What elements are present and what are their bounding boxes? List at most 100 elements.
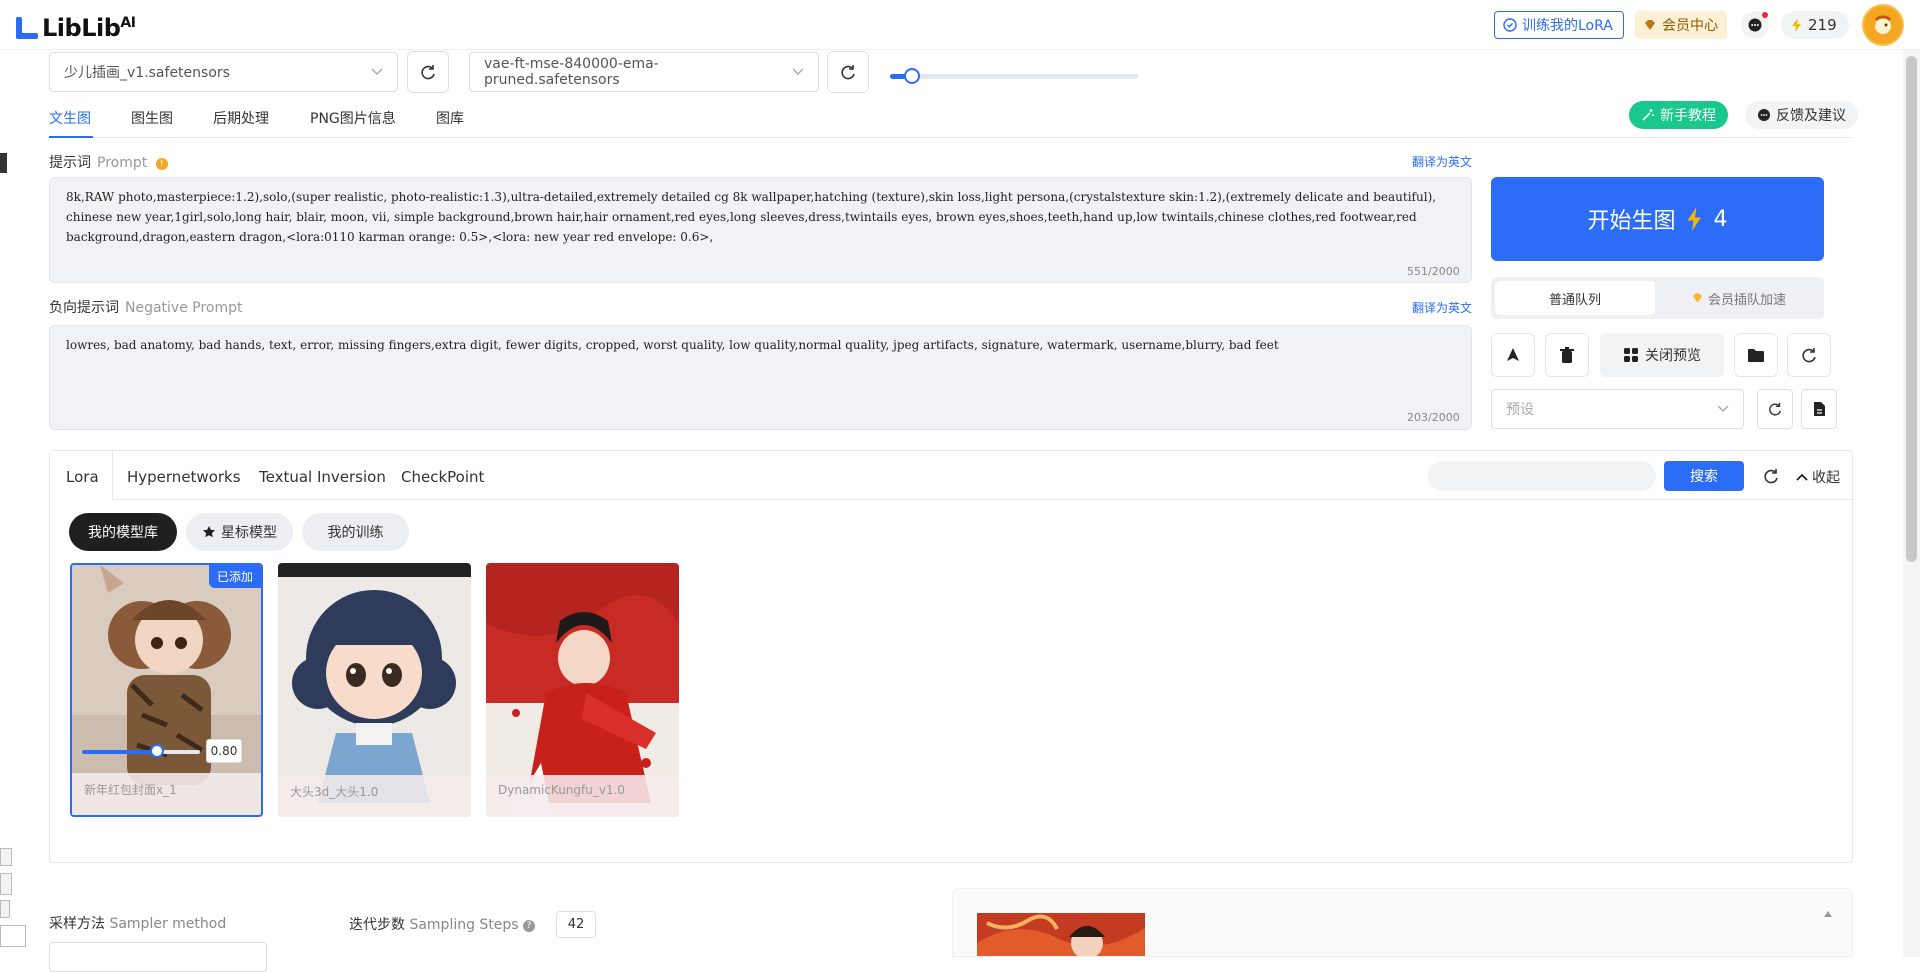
lora-weight-value[interactable]: 0.80 [206, 739, 242, 763]
credits-value: 219 [1808, 16, 1837, 34]
page-scrollbar[interactable] [1903, 50, 1920, 957]
refresh-icon [421, 65, 435, 80]
preview-area [952, 888, 1853, 957]
preset-select[interactable]: 预设 [1491, 389, 1744, 429]
scrollbar-thumb[interactable] [1906, 56, 1917, 562]
negative-prompt-label-en: Negative Prompt [125, 300, 243, 316]
steps-label-en: Sampling Steps [409, 917, 519, 933]
tab-postprocess[interactable]: 后期处理 [213, 108, 269, 128]
generate-label: 开始生图 [1587, 209, 1676, 234]
normal-queue-option[interactable]: 普通队列 [1495, 281, 1655, 315]
lora-search-input[interactable] [1428, 461, 1656, 491]
tab-img2img[interactable]: 图生图 [131, 108, 173, 128]
file-icon [1814, 402, 1825, 416]
tab-gallery[interactable]: 图库 [436, 108, 464, 128]
avatar-face-icon [1874, 15, 1892, 34]
prompt-label: 提示词 Prompt ! [49, 152, 168, 172]
top-bar: LibLibAI 训练我的LoRA 会员中心 219 [0, 0, 1920, 50]
diamond-icon [1645, 20, 1655, 30]
lightning-icon [1792, 18, 1801, 32]
prompt-textarea[interactable]: 8k,RAW photo,masterpiece:1.2),solo,(supe… [49, 177, 1472, 283]
train-lora-button[interactable]: 训练我的LoRA [1494, 11, 1624, 39]
reset-button[interactable] [1787, 333, 1831, 377]
lora-name: DynamicKungfu_v1.0 [486, 775, 679, 817]
added-badge: 已添加 [208, 565, 261, 588]
negative-prompt-textarea[interactable]: lowres, bad anatomy, bad hands, text, er… [49, 325, 1472, 430]
chat-bubble-icon [1758, 109, 1770, 121]
slider-thumb[interactable] [149, 744, 164, 758]
checkpoint-select[interactable]: 少儿插画_v1.safetensors [49, 52, 398, 92]
generate-button[interactable]: 开始生图 4 [1491, 177, 1824, 261]
extra-networks-panel: Lora Hypernetworks Textual Inversion Che… [49, 450, 1853, 863]
delete-button[interactable] [1545, 333, 1589, 377]
generate-cost: 4 [1713, 206, 1728, 232]
credits-button[interactable]: 219 [1781, 11, 1849, 39]
tab-lora[interactable]: Lora [66, 468, 99, 486]
tab-hypernetworks[interactable]: Hypernetworks [127, 468, 241, 486]
grid-icon [1624, 348, 1638, 362]
extra-networks-tabs: Lora Hypernetworks Textual Inversion Che… [50, 451, 1852, 500]
slider-thumb[interactable] [904, 68, 921, 84]
tutorial-label: 新手教程 [1660, 108, 1716, 124]
refresh-vae-button[interactable] [827, 51, 869, 93]
sampler-select[interactable] [49, 942, 267, 972]
preview-thumbnail-dragon [977, 913, 1145, 956]
tutorial-button[interactable]: 新手教程 [1629, 101, 1728, 129]
translate-prompt-link[interactable]: 翻译为英文 [1412, 153, 1472, 170]
lora-search-button[interactable]: 搜索 [1664, 461, 1744, 491]
feedback-button[interactable]: 反馈及建议 [1745, 101, 1858, 129]
chevron-down-icon [1717, 405, 1729, 412]
messages-button[interactable] [1741, 11, 1769, 39]
refresh-preset-button[interactable] [1757, 389, 1793, 429]
folder-button[interactable] [1734, 333, 1778, 377]
collapse-button[interactable]: 收起 [1796, 467, 1840, 487]
share-button[interactable] [1491, 333, 1535, 377]
lora-card[interactable]: 已添加 0.80 新年红包封面x_1 [70, 563, 263, 817]
vae-value: vae-ft-mse-840000-ema-pruned.safetensors [484, 56, 659, 88]
translate-negative-link[interactable]: 翻译为英文 [1412, 299, 1472, 316]
lora-name: 大头3d_大头1.0 [278, 775, 471, 817]
chip-my-training[interactable]: 我的训练 [302, 513, 409, 551]
vae-select[interactable]: vae-ft-mse-840000-ema-pruned.safetensors [469, 52, 819, 92]
side-handle[interactable] [0, 153, 7, 173]
info-icon: ! [155, 158, 168, 170]
refresh-icon[interactable] [1762, 467, 1780, 485]
checkpoint-value: 少儿插画_v1.safetensors [64, 65, 230, 81]
lora-weight-slider[interactable] [82, 744, 200, 758]
tabs-divider [49, 137, 1853, 138]
close-preview-button[interactable]: 关闭预览 [1600, 333, 1724, 377]
close-preview-label: 关闭预览 [1645, 348, 1701, 364]
side-thumb[interactable] [0, 900, 10, 918]
folder-icon [1748, 349, 1764, 362]
save-preset-button[interactable] [1801, 389, 1837, 429]
steps-input[interactable]: 42 [556, 911, 596, 938]
refresh-checkpoint-button[interactable] [407, 51, 449, 93]
side-thumb[interactable] [0, 873, 12, 895]
vip-queue-option[interactable]: 会员插队加速 [1657, 281, 1820, 315]
negative-prompt-label: 负向提示词 Negative Prompt [49, 300, 243, 316]
chip-starred-models[interactable]: 星标模型 [186, 513, 293, 551]
tab-checkpoint[interactable]: CheckPoint [401, 468, 484, 486]
chevron-up-icon [1796, 473, 1808, 481]
side-thumb[interactable] [0, 925, 26, 947]
preview-scroll-up-icon[interactable] [1824, 911, 1832, 917]
chip-my-models[interactable]: 我的模型库 [69, 513, 177, 551]
user-avatar[interactable] [1862, 4, 1904, 46]
notification-dot [1762, 12, 1768, 18]
tab-png-info[interactable]: PNG图片信息 [310, 108, 396, 128]
collapse-label: 收起 [1812, 470, 1840, 486]
steps-label: 迭代步数 Sampling Steps ? [349, 914, 536, 934]
side-thumb[interactable] [0, 848, 12, 866]
lora-card[interactable]: 大头3d_大头1.0 [278, 563, 471, 817]
train-lora-label: 训练我的LoRA [1522, 18, 1613, 34]
chat-bubble-icon [1748, 18, 1762, 32]
refresh-icon [1769, 402, 1782, 416]
lora-card[interactable]: DynamicKungfu_v1.0 [486, 563, 679, 817]
liblib-logo[interactable]: LibLibAI [14, 11, 136, 41]
active-tab-indicator [49, 136, 93, 138]
vip-center-button[interactable]: 会员中心 [1635, 11, 1727, 39]
vip-center-label: 会员中心 [1662, 18, 1718, 34]
feedback-label: 反馈及建议 [1776, 108, 1846, 124]
tab-textual-inversion[interactable]: Textual Inversion [259, 468, 386, 486]
tab-txt2img[interactable]: 文生图 [49, 108, 91, 128]
